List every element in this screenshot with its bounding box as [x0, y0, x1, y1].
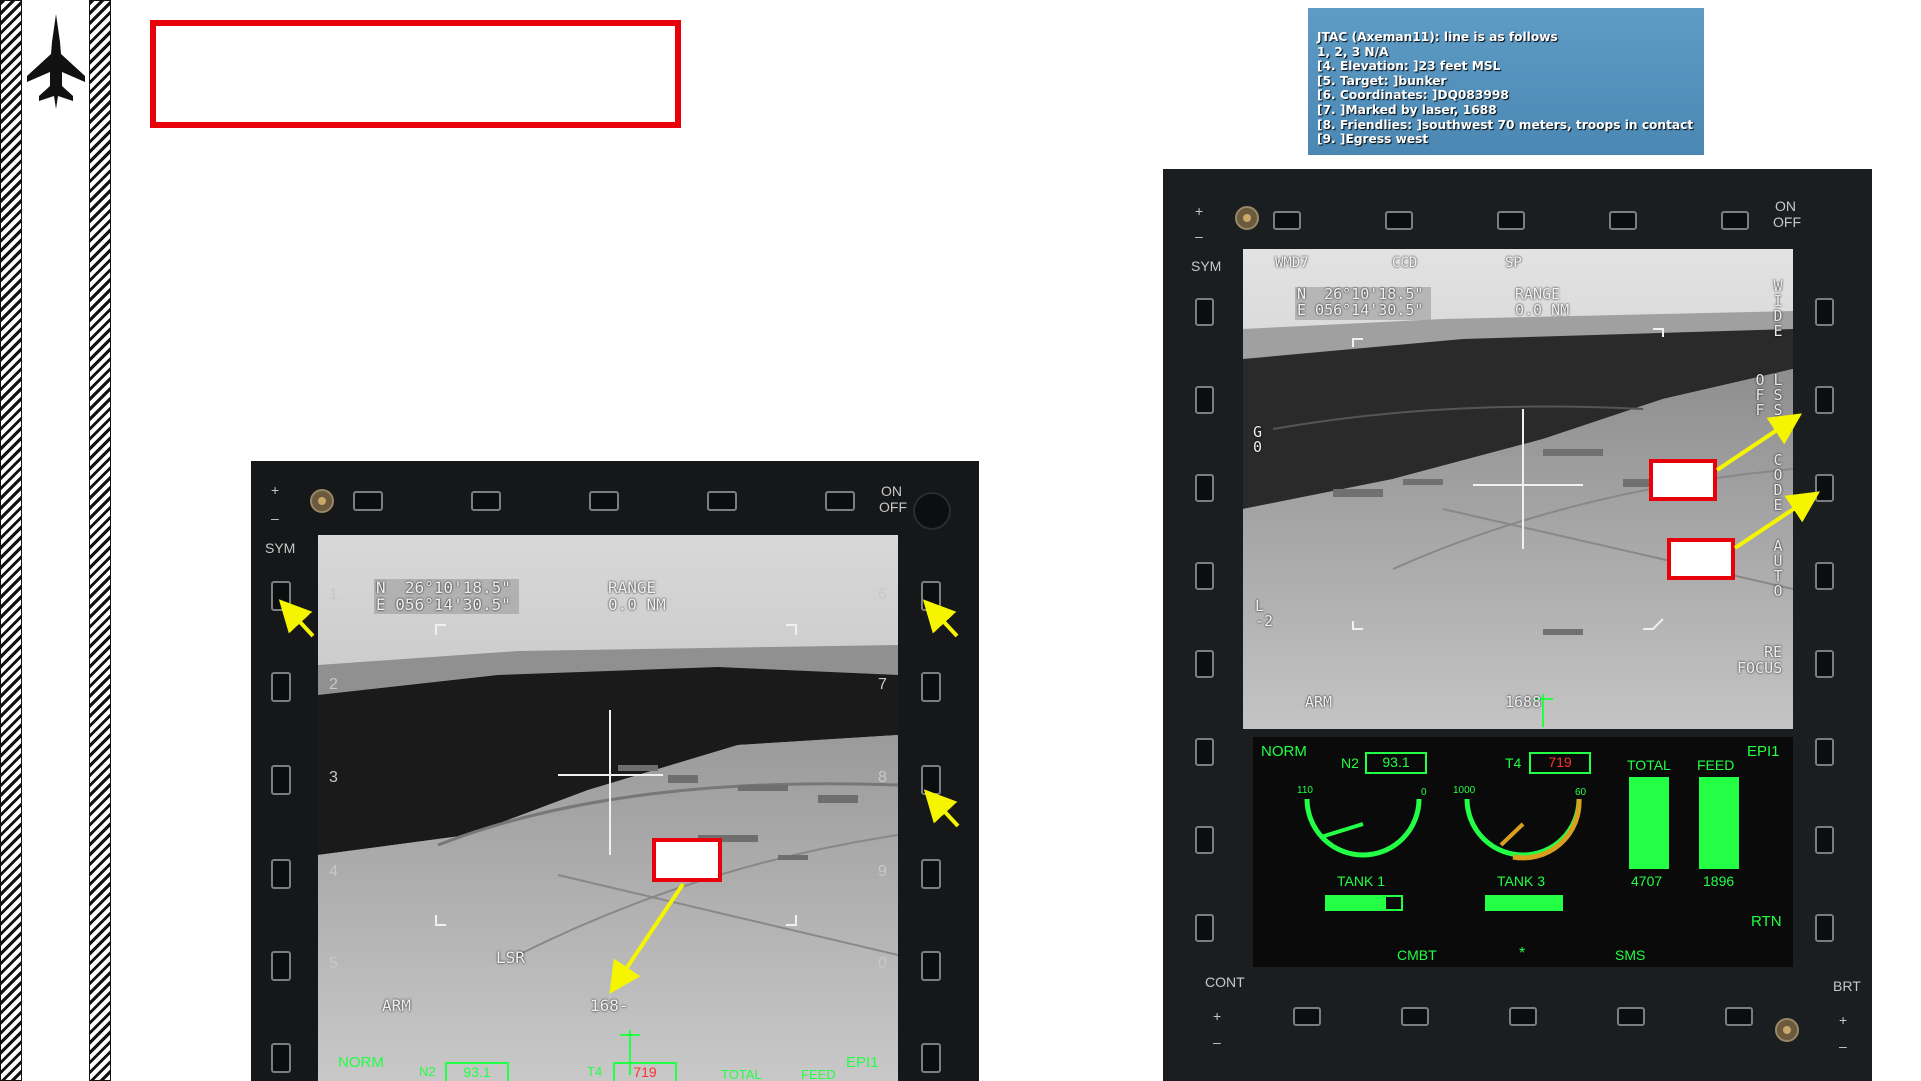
arrow-code — [1733, 491, 1820, 550]
annotation-arrows-right — [1715, 413, 1820, 550]
arrow-lss — [1715, 413, 1802, 472]
